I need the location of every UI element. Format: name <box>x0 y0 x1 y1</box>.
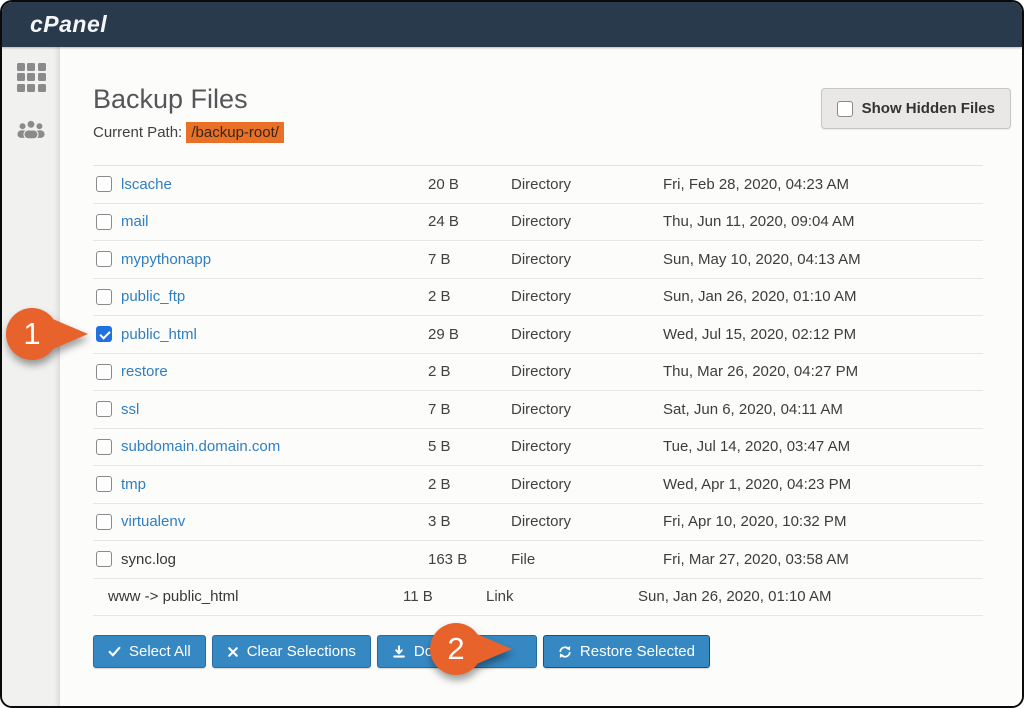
file-date: Fri, Feb 28, 2020, 04:23 AM <box>663 176 983 193</box>
sidebar <box>2 47 60 708</box>
table-row: public_ftp 2 B Directory Sun, Jan 26, 20… <box>93 279 983 317</box>
row-checkbox[interactable] <box>96 176 112 192</box>
file-type: Directory <box>511 251 663 268</box>
row-checkbox[interactable] <box>96 326 112 342</box>
file-date: Thu, Mar 26, 2020, 04:27 PM <box>663 363 983 380</box>
file-date: Sun, May 10, 2020, 04:13 AM <box>663 251 983 268</box>
row-checkbox[interactable] <box>96 364 112 380</box>
file-name-link[interactable]: tmp <box>121 476 428 493</box>
file-date: Thu, Jun 11, 2020, 09:04 AM <box>663 213 983 230</box>
table-row: mail 24 B Directory Thu, Jun 11, 2020, 0… <box>93 204 983 242</box>
select-all-label: Select All <box>129 643 191 660</box>
row-checkbox[interactable] <box>96 439 112 455</box>
check-icon <box>108 645 121 658</box>
file-type: Directory <box>511 363 663 380</box>
restore-selected-button[interactable]: Restore Selected <box>543 635 710 668</box>
file-size: 7 B <box>428 251 511 268</box>
file-size: 24 B <box>428 213 511 230</box>
table-row: virtualenv 3 B Directory Fri, Apr 10, 20… <box>93 504 983 542</box>
table-row: tmp 2 B Directory Wed, Apr 1, 2020, 04:2… <box>93 466 983 504</box>
file-date: Wed, Apr 1, 2020, 04:23 PM <box>663 476 983 493</box>
content-area: Backup Files Current Path: /backup-root/… <box>60 47 1024 708</box>
file-type: Directory <box>511 213 663 230</box>
file-name-link[interactable]: subdomain.domain.com <box>121 438 428 455</box>
clear-selections-button[interactable]: Clear Selections <box>212 635 371 668</box>
action-bar: Select All Clear Selections Dow <box>93 635 983 668</box>
show-hidden-checkbox[interactable] <box>837 101 853 117</box>
file-name-text: sync.log <box>121 551 428 568</box>
file-size: 11 B <box>403 588 486 605</box>
table-row: ssl 7 B Directory Sat, Jun 6, 2020, 04:1… <box>93 391 983 429</box>
file-name-link[interactable]: restore <box>121 363 428 380</box>
row-checkbox[interactable] <box>96 551 112 567</box>
file-type: Directory <box>511 326 663 343</box>
table-row: www -> public_html 11 B Link Sun, Jan 26… <box>93 579 983 617</box>
row-checkbox[interactable] <box>96 514 112 530</box>
download-button[interactable]: Download <box>377 635 537 668</box>
show-hidden-files-button[interactable]: Show Hidden Files <box>821 88 1011 129</box>
row-checkbox[interactable] <box>96 214 112 230</box>
file-date: Sun, Jan 26, 2020, 01:10 AM <box>638 588 983 605</box>
row-checkbox[interactable] <box>96 476 112 492</box>
cpanel-logo: cPanel <box>30 11 107 38</box>
file-size: 5 B <box>428 438 511 455</box>
screenshot-frame: cPanel <box>0 0 1024 708</box>
x-icon <box>227 646 239 658</box>
select-all-button[interactable]: Select All <box>93 635 206 668</box>
file-size: 3 B <box>428 513 511 530</box>
file-date: Fri, Mar 27, 2020, 03:58 AM <box>663 551 983 568</box>
row-checkbox[interactable] <box>96 401 112 417</box>
restore-icon <box>558 645 572 659</box>
table-row: subdomain.domain.com 5 B Directory Tue, … <box>93 429 983 467</box>
file-date: Tue, Jul 14, 2020, 03:47 AM <box>663 438 983 455</box>
table-row: mypythonapp 7 B Directory Sun, May 10, 2… <box>93 241 983 279</box>
users-icon[interactable] <box>16 114 46 144</box>
file-name-link[interactable]: mail <box>121 213 428 230</box>
file-date: Wed, Jul 15, 2020, 02:12 PM <box>663 326 983 343</box>
file-size: 20 B <box>428 176 511 193</box>
file-size: 2 B <box>428 288 511 305</box>
file-size: 29 B <box>428 326 511 343</box>
file-size: 2 B <box>428 476 511 493</box>
app-grid-icon[interactable] <box>16 62 46 92</box>
file-size: 7 B <box>428 401 511 418</box>
file-type: Directory <box>511 476 663 493</box>
topbar: cPanel <box>2 2 1022 47</box>
table-row: sync.log 163 B File Fri, Mar 27, 2020, 0… <box>93 541 983 579</box>
row-checkbox[interactable] <box>96 251 112 267</box>
current-path-value: /backup-root/ <box>186 122 284 143</box>
file-date: Sun, Jan 26, 2020, 01:10 AM <box>663 288 983 305</box>
file-name-link[interactable]: ssl <box>121 401 428 418</box>
file-type: Link <box>486 588 638 605</box>
file-type: Directory <box>511 513 663 530</box>
file-name-link[interactable]: lscache <box>121 176 428 193</box>
table-row: lscache 20 B Directory Fri, Feb 28, 2020… <box>93 166 983 204</box>
file-name-text: www -> public_html <box>108 588 403 605</box>
table-row: public_html 29 B Directory Wed, Jul 15, … <box>93 316 983 354</box>
file-type: Directory <box>511 438 663 455</box>
row-checkbox[interactable] <box>96 289 112 305</box>
file-type: Directory <box>511 176 663 193</box>
file-type: Directory <box>511 401 663 418</box>
file-name-link[interactable]: public_html <box>121 326 428 343</box>
file-name-link[interactable]: public_ftp <box>121 288 428 305</box>
restore-selected-label: Restore Selected <box>580 643 695 660</box>
file-size: 2 B <box>428 363 511 380</box>
download-label: Download <box>414 643 481 660</box>
table-row: restore 2 B Directory Thu, Mar 26, 2020,… <box>93 354 983 392</box>
current-path-label: Current Path: <box>93 124 182 141</box>
file-table-body: lscache 20 B Directory Fri, Feb 28, 2020… <box>93 165 983 616</box>
file-type: File <box>511 551 663 568</box>
file-type: Directory <box>511 288 663 305</box>
show-hidden-label: Show Hidden Files <box>862 100 995 117</box>
file-size: 163 B <box>428 551 511 568</box>
clear-selections-label: Clear Selections <box>247 643 356 660</box>
download-icon <box>392 645 406 659</box>
file-name-link[interactable]: mypythonapp <box>121 251 428 268</box>
file-name-link[interactable]: virtualenv <box>121 513 428 530</box>
file-date: Fri, Apr 10, 2020, 10:32 PM <box>663 513 983 530</box>
file-date: Sat, Jun 6, 2020, 04:11 AM <box>663 401 983 418</box>
